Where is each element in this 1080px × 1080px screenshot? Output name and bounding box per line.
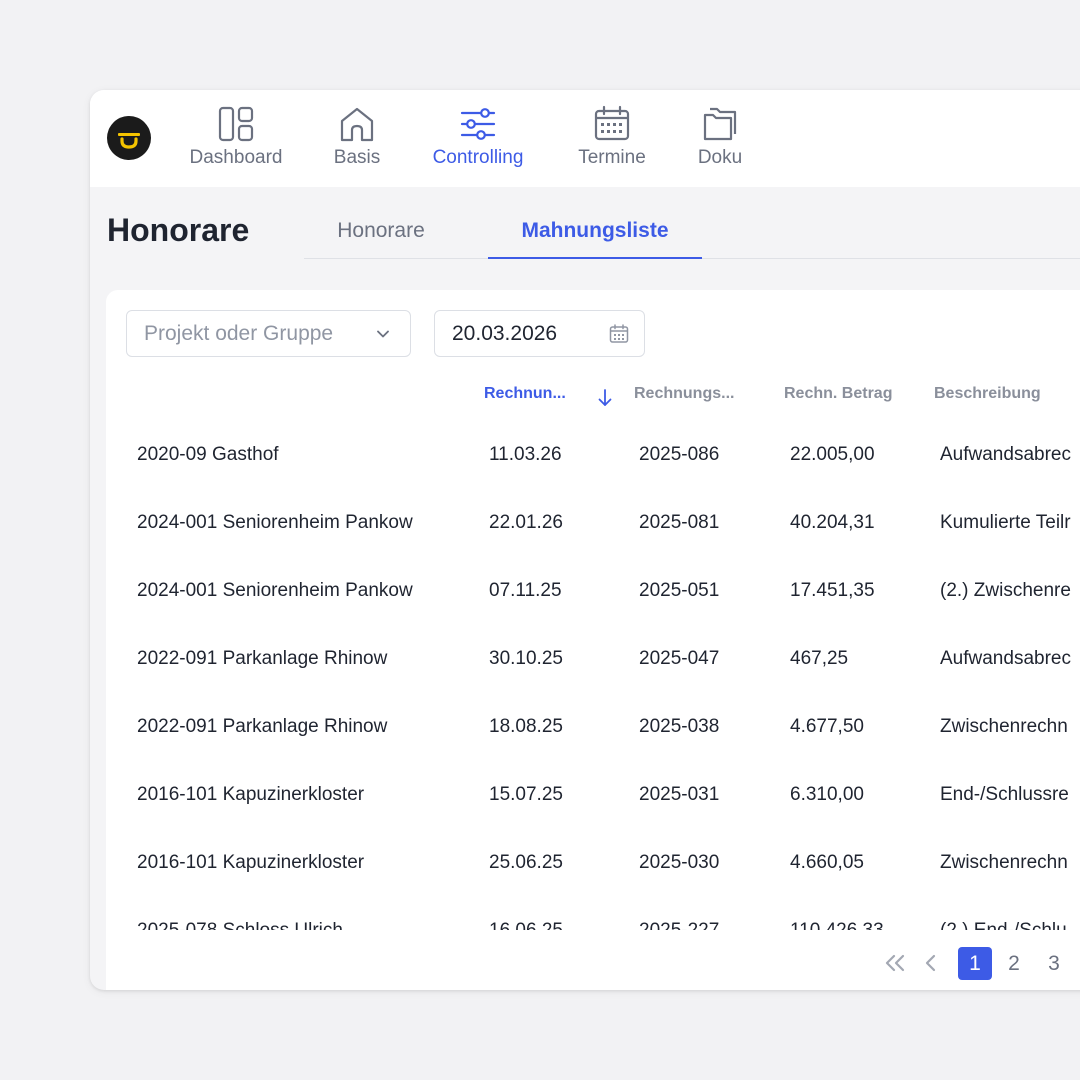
column-header-description[interactable]: Beschreibung <box>934 385 1041 403</box>
cell-number: 2025-047 <box>639 648 720 669</box>
table-row[interactable]: 2020-09 Gasthof 11.03.26 2025-086 22.005… <box>106 420 1080 488</box>
cell-description: (2.) End-/Schlu <box>940 920 1067 930</box>
invoice-table-body: 2020-09 Gasthof 11.03.26 2025-086 22.005… <box>106 420 1080 930</box>
nav-label-dashboard: Dashboard <box>189 147 283 168</box>
cell-number: 2025-086 <box>639 444 720 465</box>
cell-date: 11.03.26 <box>489 444 562 465</box>
cell-amount: 6.310,00 <box>790 784 864 805</box>
nav-label-doku: Doku <box>697 147 743 168</box>
page-button-1[interactable]: 1 <box>958 947 992 980</box>
cell-number: 2025-030 <box>639 852 720 873</box>
cell-date: 15.07.25 <box>489 784 563 805</box>
cell-description: Aufwandsabrec <box>940 444 1071 465</box>
table-row[interactable]: 2024-001 Seniorenheim Pankow 07.11.25 20… <box>106 556 1080 624</box>
cell-number: 2025-051 <box>639 580 720 601</box>
cell-date: 07.11.25 <box>489 580 562 601</box>
cell-number: 2025-227 <box>639 920 719 930</box>
tab-mahnungsliste[interactable]: Mahnungsliste <box>488 208 702 259</box>
cell-description: End-/Schlussre <box>940 784 1069 805</box>
cell-amount: 4.677,50 <box>790 716 864 737</box>
page-button-2[interactable]: 2 <box>997 947 1031 980</box>
cell-date: 18.08.25 <box>489 716 563 737</box>
cell-project: 2020-09 Gasthof <box>137 444 279 465</box>
nav-label-controlling: Controlling <box>432 147 524 168</box>
nav-item-termine[interactable]: Termine <box>571 104 653 174</box>
sort-descending-icon[interactable] <box>596 387 614 409</box>
table-row[interactable]: 2022-091 Parkanlage Rhinow 30.10.25 2025… <box>106 624 1080 692</box>
date-picker[interactable]: 20.03.2026 <box>434 310 645 357</box>
tab-honorare[interactable]: Honorare <box>304 208 458 259</box>
app-window: Dashboard Basis Controlling Termine Doku… <box>90 90 1080 990</box>
cell-description: (2.) Zwischenre <box>940 580 1071 601</box>
nav-item-doku[interactable]: Doku <box>690 104 750 174</box>
cell-description: Zwischenrechn <box>940 852 1068 873</box>
cell-project: 2024-001 Seniorenheim Pankow <box>137 512 413 533</box>
cell-description: Aufwandsabrec <box>940 648 1071 669</box>
nav-label-termine: Termine <box>578 147 646 168</box>
cell-project: 2024-001 Seniorenheim Pankow <box>137 580 413 601</box>
page-title: Honorare <box>107 212 250 248</box>
cell-number: 2025-081 <box>639 512 720 533</box>
cell-project: 2022-091 Parkanlage Rhinow <box>137 648 388 669</box>
cell-number: 2025-038 <box>639 716 720 737</box>
calendar-icon[interactable] <box>608 323 630 345</box>
cell-amount: 467,25 <box>790 648 849 669</box>
previous-page-icon[interactable] <box>922 951 940 975</box>
first-page-icon[interactable] <box>882 951 908 975</box>
cell-date: 25.06.25 <box>489 852 563 873</box>
table-row[interactable]: 2024-001 Seniorenheim Pankow 22.01.26 20… <box>106 488 1080 556</box>
top-nav-bar: Dashboard Basis Controlling Termine Doku <box>90 90 1080 187</box>
cell-date: 22.01.26 <box>489 512 563 533</box>
cell-date: 16.06.25 <box>489 920 563 930</box>
chevron-down-icon <box>377 330 389 338</box>
date-picker-value: 20.03.2026 <box>452 321 558 345</box>
cell-project: 2022-091 Parkanlage Rhinow <box>137 716 388 737</box>
cell-date: 30.10.25 <box>489 648 563 669</box>
cell-description: Kumulierte Teilr <box>940 512 1071 533</box>
cell-amount: 40.204,31 <box>790 512 875 533</box>
cell-amount: 17.451,35 <box>790 580 875 601</box>
app-logo[interactable] <box>107 116 151 160</box>
dashboard-icon <box>218 106 254 142</box>
cell-description: Zwischenrechn <box>940 716 1068 737</box>
table-row[interactable]: 2025-078 Schloss Ulrich 16.06.25 2025-22… <box>106 896 1080 930</box>
cell-number: 2025-031 <box>639 784 720 805</box>
sliders-icon <box>460 108 496 140</box>
nav-item-dashboard[interactable]: Dashboard <box>186 104 286 174</box>
cell-amount: 22.005,00 <box>790 444 875 465</box>
home-icon <box>340 107 374 142</box>
column-header-invoice-amount[interactable]: Rechn. Betrag <box>784 385 892 403</box>
calendar-icon <box>594 105 630 141</box>
table-row[interactable]: 2016-101 Kapuzinerkloster 15.07.25 2025-… <box>106 760 1080 828</box>
folder-icon <box>703 107 737 141</box>
cell-project: 2016-101 Kapuzinerkloster <box>137 852 365 873</box>
project-select-placeholder: Projekt oder Gruppe <box>144 321 334 345</box>
cell-amount: 4.660,05 <box>790 852 864 873</box>
table-row[interactable]: 2016-101 Kapuzinerkloster 25.06.25 2025-… <box>106 828 1080 896</box>
cell-project: 2025-078 Schloss Ulrich <box>137 920 343 930</box>
page-button-3[interactable]: 3 <box>1037 947 1071 980</box>
nav-label-basis: Basis <box>333 147 381 168</box>
cell-amount: 110.426,33 <box>790 920 884 930</box>
content-card: Projekt oder Gruppe 20.03.2026 Rechnun..… <box>106 290 1080 990</box>
nav-item-basis[interactable]: Basis <box>325 104 389 174</box>
table-row[interactable]: 2022-091 Parkanlage Rhinow 18.08.25 2025… <box>106 692 1080 760</box>
nav-item-controlling[interactable]: Controlling <box>425 104 531 174</box>
column-header-invoice-date[interactable]: Rechnun... <box>484 385 566 403</box>
cell-project: 2016-101 Kapuzinerkloster <box>137 784 365 805</box>
tab-bar: Honorare Mahnungsliste <box>304 208 1080 259</box>
column-header-invoice-number[interactable]: Rechnungs... <box>634 385 734 403</box>
project-group-select[interactable]: Projekt oder Gruppe <box>126 310 411 357</box>
